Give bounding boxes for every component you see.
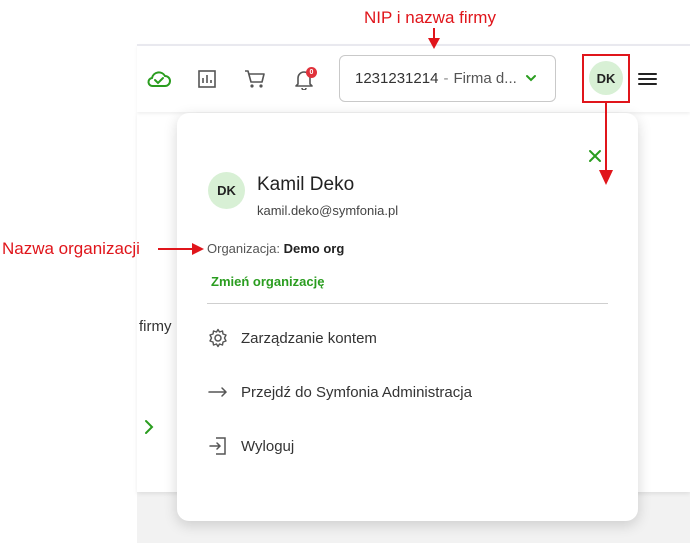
chevron-right-icon[interactable]	[144, 419, 154, 440]
chevron-down-icon	[525, 71, 537, 89]
avatar-button[interactable]: DK	[589, 61, 623, 95]
company-separator: -	[443, 70, 449, 87]
user-email: kamil.deko@symfonia.pl	[257, 203, 399, 218]
cloud-check-icon[interactable]	[146, 66, 172, 92]
organization-name: Demo org	[283, 241, 345, 256]
arrow-right-icon	[207, 381, 229, 403]
menu-item-symfonia-admin[interactable]: Przejdź do Symfonia Administracja	[207, 379, 472, 405]
menu-item-label: Wyloguj	[241, 437, 295, 455]
company-nip: 1231231214	[355, 70, 439, 87]
bell-icon[interactable]: 0	[291, 66, 317, 92]
divider	[207, 303, 608, 304]
background-partial-text: firmy	[139, 318, 172, 335]
user-menu-popup: DK Kamil Deko kamil.deko@symfonia.pl Org…	[177, 113, 638, 521]
company-name: Firma d...	[453, 70, 517, 87]
hamburger-menu-icon[interactable]	[638, 70, 658, 86]
user-avatar: DK	[208, 172, 245, 209]
annotation-arrow-right-icon	[158, 243, 204, 255]
change-organization-link[interactable]: Zmień organizację	[211, 274, 324, 289]
menu-item-label: Zarządzanie kontem	[241, 329, 377, 347]
annotation-arrow-down-long-icon	[599, 102, 613, 185]
report-icon[interactable]	[194, 66, 220, 92]
notification-badge: 0	[306, 67, 317, 78]
company-select[interactable]: 1231231214 - Firma d...	[339, 55, 556, 102]
organization-info: Organizacja: Demo org	[207, 241, 344, 256]
menu-item-account-management[interactable]: Zarządzanie kontem	[207, 325, 377, 351]
gear-icon	[207, 327, 229, 349]
annotation-org-label: Nazwa organizacji	[2, 239, 140, 258]
annotation-nip-label: NIP i nazwa firmy	[364, 8, 496, 27]
menu-item-label: Przejdź do Symfonia Administracja	[241, 383, 472, 401]
annotation-arrow-down-icon	[428, 28, 440, 49]
user-name: Kamil Deko	[257, 174, 355, 195]
organization-label: Organizacja:	[207, 241, 280, 256]
cart-icon[interactable]	[242, 66, 268, 92]
avatar-highlight-box: DK	[582, 54, 630, 103]
menu-item-logout[interactable]: Wyloguj	[207, 433, 294, 459]
logout-icon	[207, 435, 229, 457]
